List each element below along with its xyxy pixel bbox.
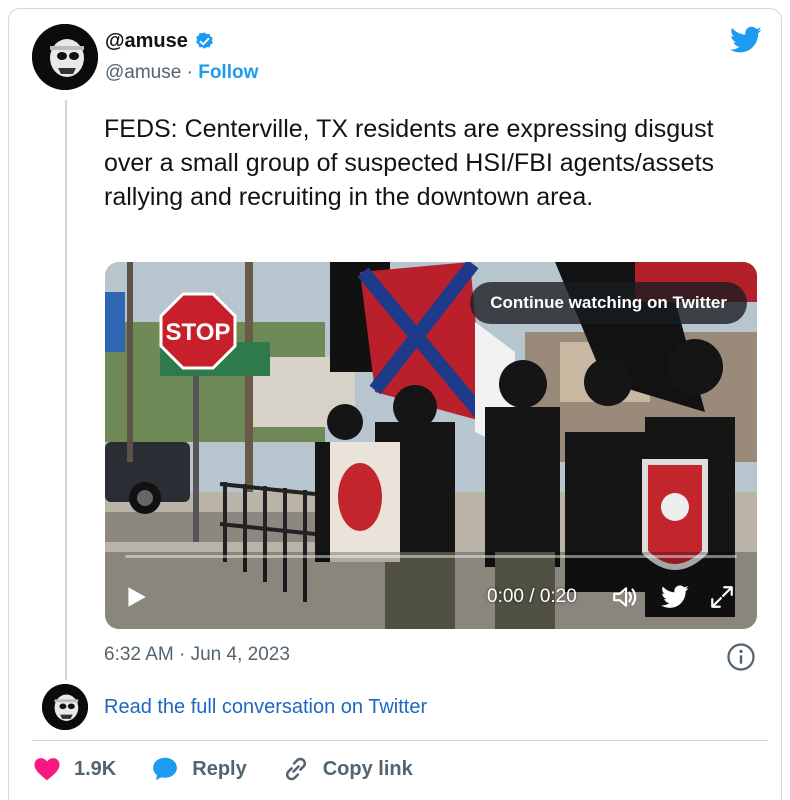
continue-watching-button[interactable]: Continue watching on Twitter: [470, 282, 747, 324]
tweet-actions-bar: 1.9K Reply Copy link: [32, 754, 447, 784]
tweet-timestamp[interactable]: 6:32 AM · Jun 4, 2023: [104, 644, 290, 666]
actions-divider: [32, 740, 768, 741]
twitter-bird-icon[interactable]: [730, 26, 762, 54]
verified-badge-icon: [196, 32, 213, 49]
reply-bubble-icon: [153, 757, 178, 781]
copy-link-label: Copy link: [322, 757, 413, 780]
reply-label: Reply: [192, 757, 247, 780]
twitter-bird-icon[interactable]: [661, 585, 689, 609]
author-handle[interactable]: @amuse: [105, 62, 181, 83]
handle-separator: ·: [186, 62, 193, 83]
stop-sign-text: STOP: [166, 319, 231, 346]
reply-button[interactable]: Reply: [150, 754, 247, 784]
stormtrooper-avatar-image: [32, 24, 98, 90]
author-name-row: @amuse: [105, 30, 215, 53]
volume-icon[interactable]: [611, 584, 639, 610]
info-icon[interactable]: [726, 642, 756, 672]
author-handle-row: @amuse · Follow: [105, 62, 258, 84]
read-conversation-link[interactable]: Read the full conversation on Twitter: [104, 696, 427, 719]
play-icon[interactable]: [123, 584, 149, 610]
video-progress-bar[interactable]: [125, 555, 737, 558]
stormtrooper-avatar-image: [42, 684, 88, 730]
link-icon: [285, 757, 306, 781]
video-time: 0:00 / 0:20: [487, 586, 577, 607]
conversation-avatar[interactable]: [42, 684, 88, 730]
author-avatar[interactable]: [32, 24, 98, 90]
tweet-text: FEDS: Centerville, TX residents are expr…: [104, 115, 715, 211]
copy-link-button[interactable]: Copy link: [281, 754, 413, 784]
heart-icon: [34, 758, 60, 781]
author-display-name[interactable]: @amuse: [105, 30, 188, 53]
like-button[interactable]: 1.9K: [32, 754, 116, 784]
video-player[interactable]: STOP Continue watching on Twitter 0:00 /…: [105, 262, 757, 629]
like-count: 1.9K: [74, 757, 117, 780]
follow-button[interactable]: Follow: [198, 62, 258, 83]
fullscreen-icon[interactable]: [709, 584, 735, 610]
thread-line: [65, 100, 67, 680]
